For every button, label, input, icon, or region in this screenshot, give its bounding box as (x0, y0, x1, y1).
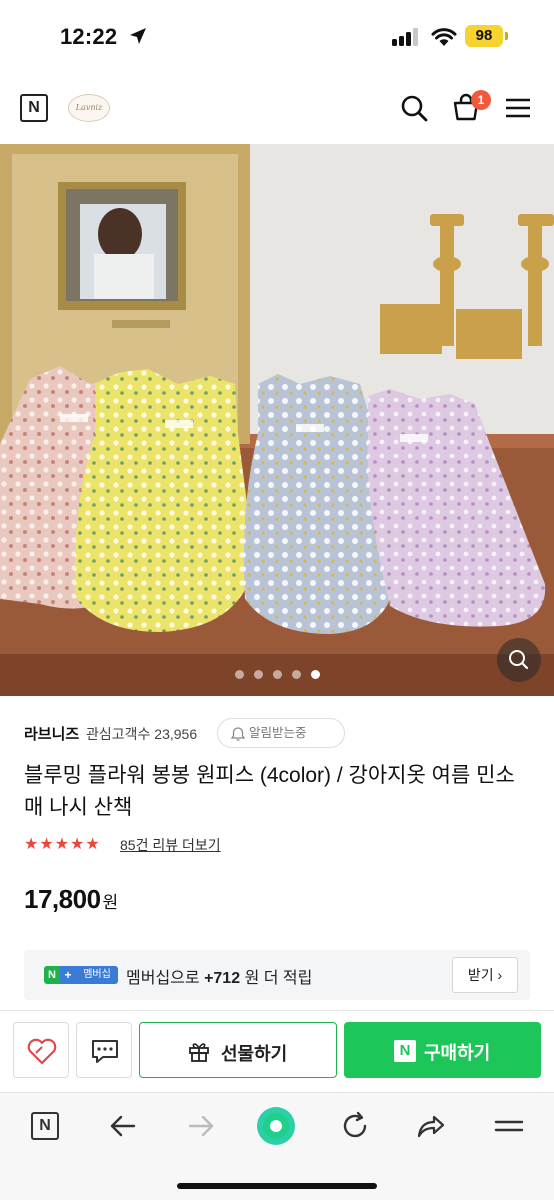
home-indicator (177, 1183, 377, 1189)
gallery-dot[interactable] (272, 670, 282, 679)
badge-text: 멤버십 (76, 966, 118, 984)
talk-button[interactable] (76, 1022, 132, 1078)
membership-suffix: 원 더 적립 (244, 970, 313, 987)
battery-nub (505, 32, 508, 40)
battery-indicator: 98 (465, 25, 503, 47)
price-currency: 원 (102, 893, 119, 912)
product-image[interactable] (0, 144, 554, 696)
membership-benefit: N + 멤버십 멤버십으로 +712 원 더 적립 받기 › (24, 950, 530, 1000)
refresh-icon[interactable] (338, 1109, 372, 1143)
product-photo (0, 144, 554, 696)
price-value: 17,800 (24, 884, 101, 914)
chat-icon (92, 1040, 118, 1063)
buy-label: 구매하기 (424, 1043, 491, 1063)
gallery-dot[interactable] (291, 670, 301, 679)
gallery-dot[interactable] (234, 670, 244, 679)
gallery-pagination (0, 666, 554, 679)
membership-text: 멤버십으로 +712 원 더 적립 (126, 964, 312, 988)
more-menu-icon[interactable] (492, 1109, 526, 1143)
bell-icon (230, 727, 246, 741)
naver-home-button[interactable]: N (28, 1109, 62, 1143)
share-icon[interactable] (414, 1109, 448, 1143)
rating-stars: ★★★★★ (24, 836, 101, 853)
notify-label: 알림받는중 (249, 726, 307, 740)
receive-button[interactable]: 받기 › (452, 957, 518, 993)
status-bar: 12:22 98 (0, 0, 554, 72)
naver-plus-membership-badge: N + 멤버십 (44, 966, 118, 984)
wifi-icon (431, 28, 457, 46)
badge-n: N (44, 966, 60, 984)
zoom-button[interactable] (497, 638, 541, 682)
rating-row: ★★★★★ 85건 리뷰 더보기 (24, 834, 424, 856)
forward-arrow-icon[interactable] (184, 1109, 218, 1143)
seller-followers: 관심고객수 23,956 (86, 726, 198, 742)
search-icon[interactable] (398, 92, 430, 124)
wishlist-button[interactable] (13, 1022, 69, 1078)
status-time: 12:22 (60, 24, 118, 49)
seller-row: 라브니즈 관심고객수 23,956 알림받는중 (24, 718, 544, 748)
product-price: 17,800 원 (24, 884, 118, 915)
gift-icon (189, 1043, 209, 1062)
gallery-dot[interactable] (253, 670, 263, 679)
gift-button[interactable]: 선물하기 (139, 1022, 337, 1078)
zoom-icon (509, 650, 529, 670)
brand-logo[interactable]: Lavniz (68, 94, 110, 122)
naver-home-logo[interactable]: N (20, 94, 48, 122)
heart-icon (27, 1038, 57, 1065)
buy-button[interactable]: N 구매하기 (344, 1022, 541, 1078)
seller-name[interactable]: 라브니즈 (24, 723, 79, 744)
naver-n-icon: N (31, 1112, 59, 1140)
green-dot-home-icon[interactable] (255, 1105, 297, 1147)
badge-plus: + (60, 966, 76, 984)
back-arrow-icon[interactable] (106, 1109, 140, 1143)
membership-points: +712 (204, 970, 241, 987)
divider (0, 1010, 554, 1011)
menu-icon[interactable] (502, 92, 534, 124)
naver-pay-icon: N (394, 1040, 416, 1062)
store-header: N Lavniz (0, 72, 554, 144)
gift-label: 선물하기 (221, 1044, 288, 1064)
product-title: 블루밍 플라워 봉봉 원피스 (4color) / 강아지옷 여름 민소매 나시… (24, 764, 515, 819)
review-link[interactable]: 85건 리뷰 더보기 (120, 835, 221, 855)
gallery-dot-active[interactable] (310, 670, 320, 679)
cellular-signal-icon (392, 28, 422, 46)
membership-prefix: 멤버십으로 (126, 970, 200, 987)
cart-count-badge: 1 (471, 90, 491, 110)
notify-toggle[interactable]: 알림받는중 (217, 718, 345, 748)
location-arrow-icon (130, 28, 146, 44)
